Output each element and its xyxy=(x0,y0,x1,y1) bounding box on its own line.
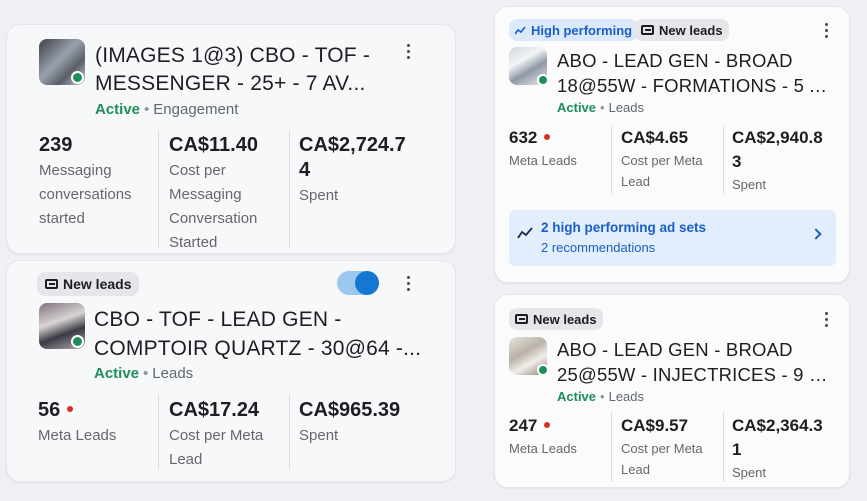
metric-spent: CA$2,364.3 1 Spent xyxy=(732,416,823,480)
status-dot-icon xyxy=(537,74,549,86)
metric-cost-per-result: CA$4.65 Cost per Meta Lead xyxy=(621,128,703,189)
recommendation-banner[interactable]: 2 high performing ad sets 2 recommendati… xyxy=(509,210,836,266)
campaign-status: Active • Leads xyxy=(557,100,645,115)
campaign-card-3[interactable]: High performing New leads ABO - LEAD GEN… xyxy=(494,6,850,283)
campaign-card-4[interactable]: New leads ABO - LEAD GEN - BROAD 25@55W … xyxy=(494,294,850,488)
metric-spent: CA$2,940.8 3 Spent xyxy=(732,128,823,192)
new-results-dot xyxy=(544,133,551,140)
metric-divider xyxy=(289,131,290,249)
new-leads-badge: New leads xyxy=(37,272,140,296)
metric-cost-per-result: CA$17.24 Cost per Meta Lead xyxy=(169,399,264,468)
new-results-dot xyxy=(67,405,74,412)
more-vertical-icon[interactable] xyxy=(398,273,418,293)
campaign-card-1[interactable]: (IMAGES 1@3) CBO - TOF - MESSENGER - 25+… xyxy=(6,24,456,254)
new-results-dot xyxy=(544,421,551,428)
new-leads-badge: New leads xyxy=(635,19,729,41)
status-dot-icon xyxy=(71,71,84,84)
more-vertical-icon[interactable] xyxy=(816,20,836,40)
status-active: Active xyxy=(95,101,141,118)
trend-line-icon xyxy=(514,23,526,38)
campaign-title-line1[interactable]: (IMAGES 1@3) CBO - TOF - xyxy=(95,43,415,69)
metric-divider xyxy=(289,395,290,469)
metric-spent: CA$965.39 Spent xyxy=(299,399,401,444)
metric-cost-per-result: CA$9.57 Cost per Meta Lead xyxy=(621,416,703,477)
campaign-card-2[interactable]: New leads CBO - TOF - LEAD GEN - COMPTOI… xyxy=(6,260,456,482)
campaign-title-line1[interactable]: CBO - TOF - LEAD GEN - xyxy=(94,307,439,333)
chevron-right-icon xyxy=(810,228,822,240)
trend-line-icon xyxy=(517,227,533,239)
campaign-title-line2[interactable]: 25@55W - INJECTRICES - 9 M... xyxy=(557,362,833,387)
campaign-objective: Engagement xyxy=(153,101,239,118)
campaign-title-line2[interactable]: COMPTOIR QUARTZ - 30@64 -... xyxy=(94,336,439,362)
new-leads-badge: New leads xyxy=(509,308,603,330)
status-dot-icon xyxy=(537,364,549,376)
status-dot-icon xyxy=(71,335,84,348)
metric-cost-per-result: CA$11.40 Cost per Messaging Conversation… xyxy=(169,134,258,251)
campaign-cards-view: (IMAGES 1@3) CBO - TOF - MESSENGER - 25+… xyxy=(0,0,867,501)
high-performing-badge: High performing xyxy=(509,19,639,41)
metric-divider xyxy=(158,395,159,469)
metric-divider xyxy=(723,412,724,482)
lead-form-icon xyxy=(641,25,654,35)
more-vertical-icon[interactable] xyxy=(816,309,836,329)
more-vertical-icon[interactable] xyxy=(398,41,418,61)
campaign-title-line1[interactable]: ABO - LEAD GEN - BROAD xyxy=(557,48,833,73)
recommendation-title: 2 high performing ad sets xyxy=(541,220,707,235)
metric-results: 247 Meta Leads xyxy=(509,416,577,456)
metric-divider xyxy=(611,412,612,482)
metric-divider xyxy=(611,125,612,195)
lead-form-icon xyxy=(45,279,58,289)
campaign-title-line2[interactable]: 18@55W - FORMATIONS - 5 A... xyxy=(557,73,833,98)
recommendation-subtitle: 2 recommendations xyxy=(541,240,656,255)
campaign-status: Active • Leads xyxy=(94,365,194,382)
metric-results: 56 Meta Leads xyxy=(38,399,117,444)
metric-divider xyxy=(158,131,159,249)
campaign-status: Active • Engagement xyxy=(95,101,239,118)
metric-divider xyxy=(723,125,724,195)
lead-form-icon xyxy=(515,314,528,324)
metric-spent: CA$2,724.7 4 Spent xyxy=(299,134,406,204)
campaign-status: Active • Leads xyxy=(557,389,645,404)
campaign-title-line2[interactable]: MESSENGER - 25+ - 7 AV... xyxy=(95,71,415,97)
metric-results: 632 Meta Leads xyxy=(509,128,577,168)
campaign-title-line1[interactable]: ABO - LEAD GEN - BROAD xyxy=(557,337,833,362)
campaign-toggle[interactable] xyxy=(337,271,379,295)
metric-results: 239 Messaging conversations started xyxy=(39,134,132,227)
